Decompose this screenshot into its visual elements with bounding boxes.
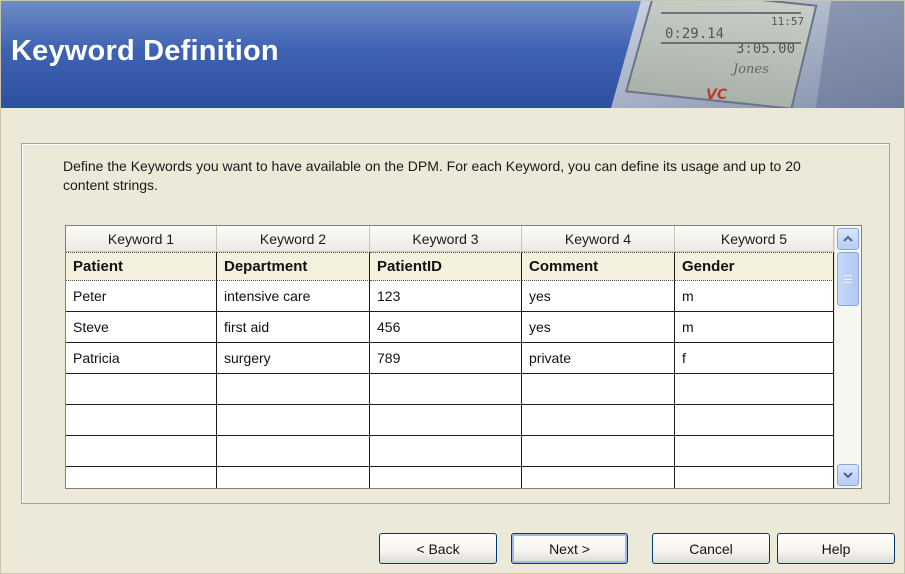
next-button[interactable]: Next > [511,533,628,564]
grid-cell[interactable]: Patricia [66,343,217,374]
grid-cell[interactable]: 123 [370,281,522,312]
keyword-name-cell[interactable]: Patient [66,252,217,281]
grid-cell[interactable] [522,405,675,436]
grid-cell[interactable] [66,405,217,436]
cancel-button[interactable]: Cancel [652,533,770,564]
grid-cell[interactable] [522,467,675,488]
grid-cell[interactable] [522,374,675,405]
grid-cell[interactable] [217,405,370,436]
grid-cell[interactable]: yes [522,312,675,343]
table-row [66,374,834,405]
column-header[interactable]: Keyword 4 [522,226,675,252]
grid-cell[interactable] [217,436,370,467]
grid-cell[interactable]: 456 [370,312,522,343]
grid-cell[interactable]: 789 [370,343,522,374]
grid-header-row: Keyword 1 Keyword 2 Keyword 3 Keyword 4 … [66,226,834,252]
grid-cell[interactable] [66,436,217,467]
grid-cell[interactable] [522,436,675,467]
grid-cell[interactable] [217,374,370,405]
display-time-1: 0:29.14 [665,26,724,42]
table-row [66,436,834,467]
help-button[interactable]: Help [777,533,895,564]
chevron-up-icon [843,235,853,242]
grid-cell[interactable] [675,436,834,467]
grid-cell[interactable] [675,405,834,436]
column-header[interactable]: Keyword 1 [66,226,217,252]
vertical-scrollbar[interactable] [834,226,861,488]
table-row: Steve first aid 456 yes m [66,312,834,343]
grid-cell[interactable]: Steve [66,312,217,343]
scroll-up-button[interactable] [837,228,859,250]
brand-logo: VC [706,87,728,103]
grid-cell[interactable]: m [675,312,834,343]
grid-cell[interactable]: Peter [66,281,217,312]
keyword-name-cell[interactable]: PatientID [370,252,522,281]
column-header[interactable]: Keyword 2 [217,226,370,252]
grid-cell[interactable] [370,436,522,467]
chevron-down-icon [843,472,853,479]
table-row [66,405,834,436]
grid-cell[interactable] [217,467,370,488]
grid-cell[interactable] [675,374,834,405]
header-banner: Keyword Definition 0:29.14 11:57 3:05.00… [1,1,904,108]
table-row: Peter intensive care 123 yes m [66,281,834,312]
wizard-window: Keyword Definition 0:29.14 11:57 3:05.00… [0,0,905,574]
grid-cell[interactable]: f [675,343,834,374]
keyword-name-row: Patient Department PatientID Comment Gen… [66,252,834,281]
page-title: Keyword Definition [11,35,279,67]
scroll-down-button[interactable] [837,464,859,486]
grid-cell[interactable]: first aid [217,312,370,343]
column-header[interactable]: Keyword 3 [370,226,522,252]
column-header[interactable]: Keyword 5 [675,226,834,252]
grid-body: Patient Department PatientID Comment Gen… [66,252,834,488]
grid-cell[interactable]: private [522,343,675,374]
grid-cell[interactable]: intensive care [217,281,370,312]
display-time-2: 11:57 [771,15,804,28]
display-name: Jones [730,62,769,77]
instructions-text: Define the Keywords you want to have ava… [63,158,801,193]
grip-icon [844,275,852,283]
table-row [66,467,834,488]
keyword-name-cell[interactable]: Department [217,252,370,281]
grid-cell[interactable] [66,374,217,405]
grid-cell[interactable] [370,374,522,405]
grid-cell[interactable] [370,405,522,436]
keyword-name-cell[interactable]: Gender [675,252,834,281]
keyword-name-cell[interactable]: Comment [522,252,675,281]
grid-cell[interactable]: surgery [217,343,370,374]
grid-cell[interactable] [370,467,522,488]
table-row: Patricia surgery 789 private f [66,343,834,374]
back-button[interactable]: < Back [379,533,497,564]
grid-cell[interactable]: m [675,281,834,312]
grid-cell[interactable] [66,467,217,488]
display-time-3: 3:05.00 [736,41,795,57]
device-display-graphic: 0:29.14 11:57 3:05.00 Jones VC [611,1,904,108]
scroll-thumb[interactable] [837,252,859,306]
grid-cell[interactable] [675,467,834,488]
keyword-grid[interactable]: Keyword 1 Keyword 2 Keyword 3 Keyword 4 … [65,225,862,489]
grid-cell[interactable]: yes [522,281,675,312]
